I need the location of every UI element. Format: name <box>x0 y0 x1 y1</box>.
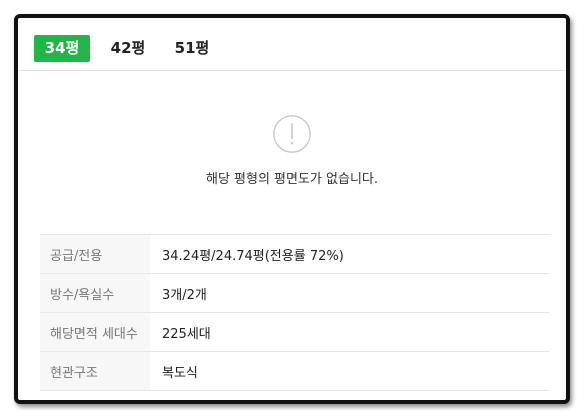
table-row: 방수/욕실수 3개/2개 <box>40 273 550 313</box>
floorplan-card: 34평 42평 51평 해당 평형의 평면도가 없습니다. 공급/전용 34.2… <box>18 18 566 400</box>
table-row: 현관구조 복도식 <box>40 351 550 391</box>
tab-51-pyeong[interactable]: 51평 <box>168 35 216 62</box>
table-row: 공급/전용 34.24평/24.74평(전용률 72%) <box>40 234 550 274</box>
row-value: 225세대 <box>150 312 550 352</box>
empty-message: 해당 평형의 평면도가 없습니다. <box>205 172 378 187</box>
tab-34-pyeong[interactable]: 34평 <box>34 35 90 62</box>
row-label: 현관구조 <box>40 351 150 391</box>
screenshot-frame: 34평 42평 51평 해당 평형의 평면도가 없습니다. 공급/전용 34.2… <box>14 14 570 404</box>
row-value: 34.24평/24.74평(전용률 72%) <box>150 234 550 274</box>
floorplan-empty-state: 해당 평형의 평면도가 없습니다. <box>18 114 566 187</box>
row-value: 3개/2개 <box>150 273 550 313</box>
exclamation-circle-icon <box>273 115 311 153</box>
row-label: 방수/욕실수 <box>40 273 150 313</box>
tab-42-pyeong[interactable]: 42평 <box>104 35 152 62</box>
size-tabs: 34평 42평 51평 <box>18 18 566 71</box>
table-row: 해당면적 세대수 225세대 <box>40 312 550 352</box>
unit-details-table: 공급/전용 34.24평/24.74평(전용률 72%) 방수/욕실수 3개/2… <box>40 234 550 391</box>
row-label: 해당면적 세대수 <box>40 312 150 352</box>
row-label: 공급/전용 <box>40 234 150 274</box>
row-value: 복도식 <box>150 351 550 391</box>
